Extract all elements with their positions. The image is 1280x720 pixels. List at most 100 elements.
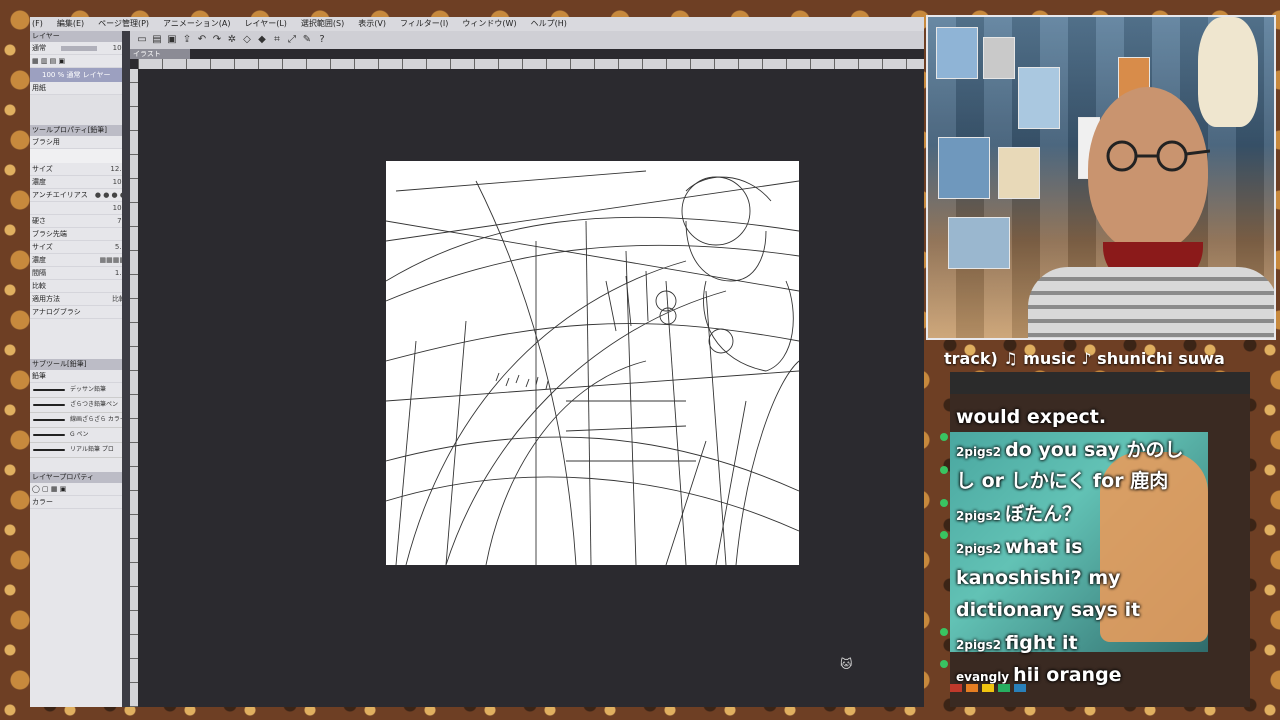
property-label: 濃度 xyxy=(32,256,46,264)
layer-tools-row: ▦ ▥ ▤ ▣ xyxy=(30,55,130,68)
mode-label[interactable]: 比較 xyxy=(32,280,46,292)
chat-message: dictionary says it xyxy=(956,594,1140,626)
chat-username[interactable]: 2pigs2 xyxy=(956,445,1001,459)
property-label: アンチエイリアス xyxy=(32,191,88,199)
brush-item[interactable]: 線画ざらざら カラー xyxy=(30,413,130,428)
horizontal-ruler xyxy=(138,59,924,69)
property-label: 硬さ xyxy=(32,217,46,225)
drawing-canvas[interactable] xyxy=(386,161,799,565)
settings-icon[interactable]: ✲ xyxy=(226,34,238,46)
property-row[interactable]: 硬さ79 xyxy=(30,215,130,228)
swatch xyxy=(966,684,978,692)
command-bar: ▭ ▤ ▣ ⇪ ↶ ↷ ✲ ◇ ◆ ⌗ ⤢ ✎ ? xyxy=(130,31,924,49)
color-select[interactable]: カラー xyxy=(32,496,53,508)
panel-scrollbar[interactable] xyxy=(122,31,130,707)
crop-icon[interactable]: ⌗ xyxy=(271,34,283,46)
property-row[interactable]: サイズ 12.5 xyxy=(30,163,130,176)
bear-plush xyxy=(1198,17,1258,127)
color-row[interactable]: カラー xyxy=(30,496,130,509)
brush-item[interactable]: G ペン xyxy=(30,428,130,443)
chat-text: dictionary says it xyxy=(956,599,1141,621)
layer-list-space xyxy=(30,95,130,125)
swatch xyxy=(998,684,1010,692)
open-folder-icon[interactable]: ▤ xyxy=(151,34,163,46)
new-file-icon[interactable]: ▭ xyxy=(136,34,148,46)
brush-type-label: アナログブラシ xyxy=(32,308,81,316)
mode-row[interactable]: 比較 xyxy=(30,280,130,293)
wall-poster xyxy=(948,217,1010,269)
undo-icon[interactable]: ↶ xyxy=(196,34,208,46)
export-icon[interactable]: ⇪ xyxy=(181,34,193,46)
layer-name: 用紙 xyxy=(32,84,46,92)
blend-mode-row[interactable]: 通常 100 xyxy=(30,42,130,55)
apply-row[interactable]: 適用方法 比較 xyxy=(30,293,130,306)
left-panel: レイヤー 通常 100 ▦ ▥ ▤ ▣ 100 % 通常 レイヤー 用紙 ツール… xyxy=(30,31,130,707)
striped-sweater xyxy=(1028,267,1274,338)
wall-poster xyxy=(936,27,978,79)
property-row[interactable]: 間隔 1.0 xyxy=(30,267,130,280)
brush-item[interactable]: デッサン鉛筆 xyxy=(30,383,130,398)
clear-icon[interactable]: ◇ xyxy=(241,34,253,46)
menu-layer[interactable]: レイヤー(L) xyxy=(244,17,286,31)
menu-filter[interactable]: フィルター(I) xyxy=(400,17,448,31)
layer-item-selected[interactable]: 100 % 通常 レイヤー xyxy=(30,68,130,82)
chat-username[interactable]: 2pigs2 xyxy=(956,542,1001,556)
pen-icon[interactable]: ✎ xyxy=(301,34,313,46)
property-label: サイズ xyxy=(32,243,53,251)
property-row[interactable]: サイズ 5.0 xyxy=(30,241,130,254)
brush-item[interactable]: ざらつき鉛筆ペン xyxy=(30,398,130,413)
chat-text: what is xyxy=(1005,536,1083,558)
swatch xyxy=(982,684,994,692)
chat-username[interactable]: 2pigs2 xyxy=(956,638,1001,652)
chat-badge-icon xyxy=(940,466,948,474)
subtool-tab-active[interactable]: 鉛筆 xyxy=(32,370,46,382)
menu-animation[interactable]: アニメーション(A) xyxy=(163,17,230,31)
fill-icon[interactable]: ◆ xyxy=(256,34,268,46)
opacity-slider[interactable] xyxy=(61,45,98,51)
chat-message: 2pigs2 ぼたん？ xyxy=(956,498,1081,532)
property-label: 間隔 xyxy=(32,269,46,277)
redo-icon[interactable]: ↷ xyxy=(211,34,223,46)
chat-overlay: would expect. 2pigs2 do you say かのし し or … xyxy=(950,372,1250,707)
menu-window[interactable]: ウィンドウ(W) xyxy=(462,17,516,31)
chat-message: kanoshishi? my xyxy=(956,562,1121,594)
save-icon[interactable]: ▣ xyxy=(166,34,178,46)
menu-view[interactable]: 表示(V) xyxy=(358,17,386,31)
property-row[interactable]: アンチエイリアス ● ● ● ● xyxy=(30,189,130,202)
layer-property-row: ◯ ▢ ▦ ▣ xyxy=(30,483,130,496)
layer-tools-icon[interactable]: ▦ ▥ ▤ ▣ xyxy=(32,55,65,67)
property-row[interactable]: 濃度 ▦▦▦▦ xyxy=(30,254,130,267)
chat-text: fight it xyxy=(1005,632,1078,654)
brush-item[interactable]: リアル鉛筆 プロ xyxy=(30,443,130,458)
brush-preview xyxy=(30,149,130,163)
chat-text: hii orange xyxy=(1013,664,1122,686)
chat-message: 2pigs2 fight it xyxy=(956,627,1078,661)
layer-item-paper[interactable]: 用紙 xyxy=(30,82,130,95)
wall-poster xyxy=(998,147,1040,199)
tool-name-row: ブラシ用 xyxy=(30,136,130,149)
blend-mode-select[interactable]: 通常 xyxy=(32,42,46,54)
menu-selection[interactable]: 選択範囲(S) xyxy=(301,17,344,31)
glasses-icon xyxy=(1106,140,1210,172)
menu-file[interactable]: (F) xyxy=(32,17,43,31)
help-icon[interactable]: ? xyxy=(316,34,328,46)
property-label: サイズ xyxy=(32,165,53,173)
chat-text: ぼたん？ xyxy=(1005,503,1082,525)
menu-page[interactable]: ページ管理(P) xyxy=(98,17,149,31)
transform-icon[interactable]: ⤢ xyxy=(286,34,298,46)
menu-help[interactable]: ヘルプ(H) xyxy=(531,17,567,31)
layer-property-header: レイヤープロパティ xyxy=(30,472,130,483)
chat-username[interactable]: evangly xyxy=(956,670,1009,684)
property-row[interactable]: 101 xyxy=(30,202,130,215)
menu-edit[interactable]: 編集(E) xyxy=(57,17,84,31)
vertical-ruler xyxy=(130,69,138,707)
effect-icons[interactable]: ◯ ▢ ▦ ▣ xyxy=(32,483,66,495)
chat-username[interactable]: 2pigs2 xyxy=(956,509,1001,523)
property-row[interactable]: 濃度 100 xyxy=(30,176,130,189)
property-row[interactable]: ブラシ先端 xyxy=(30,228,130,241)
property-label: ブラシ先端 xyxy=(32,230,67,238)
subtool-space xyxy=(30,458,130,472)
chat-text: would expect. xyxy=(956,406,1107,428)
document-tab[interactable]: イラスト xyxy=(130,49,190,59)
chat-topbar xyxy=(950,372,1250,394)
